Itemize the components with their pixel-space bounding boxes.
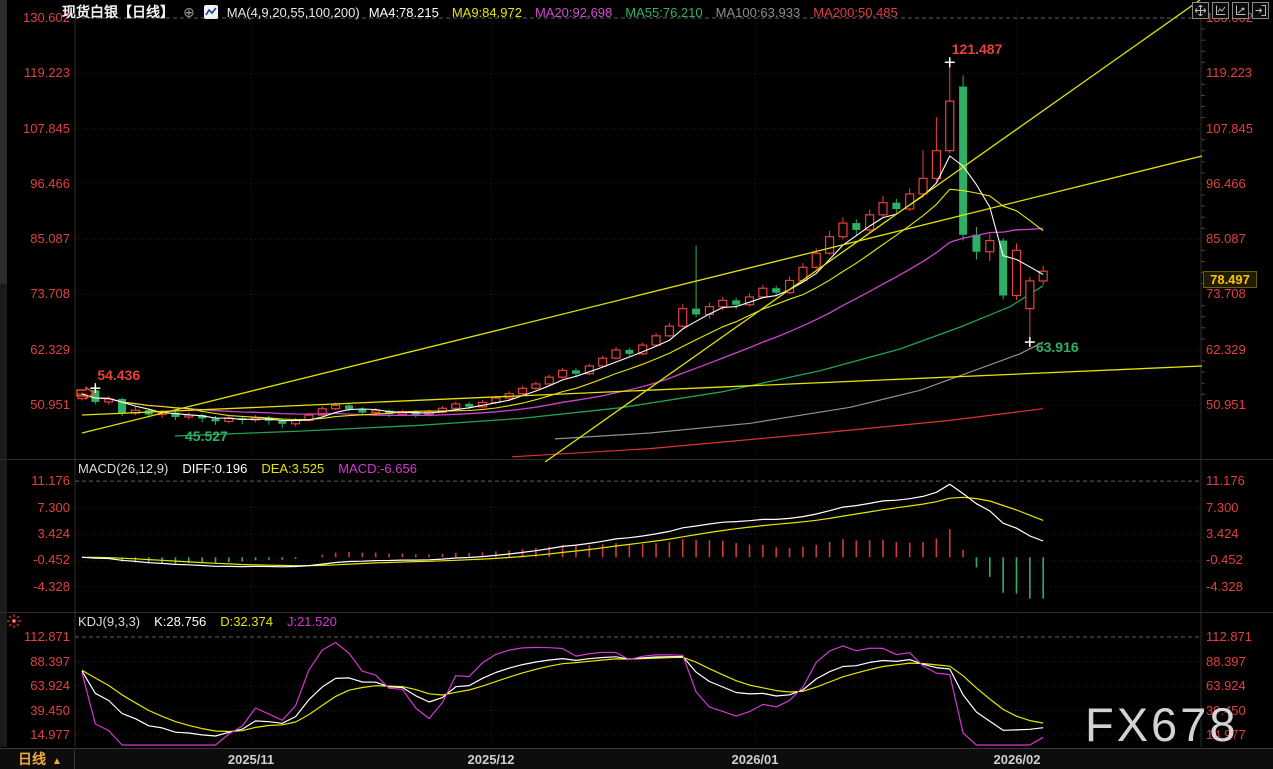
- ma-legend: MA4:78.215 MA9:84.972 MA20:92.698 MA55:76.2…: [369, 5, 898, 20]
- price-annotation: 54.436: [97, 367, 140, 383]
- chart-canvas[interactable]: [0, 0, 1273, 769]
- price-annotation: 45.527: [185, 428, 228, 444]
- ma-legend-item: MA20:92.698: [535, 5, 612, 20]
- price-annotation: 63.916: [1036, 339, 1079, 355]
- indicator-value: D:32.374: [220, 614, 273, 629]
- indicator-value: DEA:3.525: [261, 461, 324, 476]
- macd-indicator-header[interactable]: MACD(26,12,9) DIFF:0.196 DEA:3.525 MACD:-6.…: [78, 461, 417, 476]
- period-label: 日线: [18, 751, 46, 767]
- kdj-indicator-header[interactable]: KDJ(9,3,3) K:28.756 D:32.374 J:21.520: [78, 614, 337, 629]
- indicator-value: J:21.520: [287, 614, 337, 629]
- price-annotation: 121.487: [952, 41, 1003, 57]
- alert-starburst-icon[interactable]: [6, 613, 22, 629]
- indicator-value: MACD:-6.656: [338, 461, 417, 476]
- ma-legend-item: MA9:84.972: [452, 5, 522, 20]
- period-dropdown-arrow-icon: ▲: [52, 756, 62, 767]
- chart-toolbar: [1192, 2, 1269, 19]
- last-price-tag: 78.497: [1203, 271, 1257, 288]
- ma-legend-item: MA100:63.933: [716, 5, 801, 20]
- date-label: 2026/01: [715, 752, 795, 767]
- symbol-title: 现货白银【日线】: [62, 2, 174, 22]
- mini-chart-icon[interactable]: [204, 5, 218, 19]
- ma-settings-label: MA(4,9,20,55,100,200): [227, 5, 360, 20]
- indicator-name: MACD(26,12,9): [78, 461, 168, 476]
- indicator-value: K:28.756: [154, 614, 206, 629]
- ma-legend-item: MA4:78.215: [369, 5, 439, 20]
- chart-application: 现货白银【日线】 ⊕ MA(4,9,20,55,100,200) MA4:78.…: [0, 0, 1273, 769]
- pan-tool-icon[interactable]: [1192, 2, 1209, 19]
- scale-axis-left-icon[interactable]: [1212, 2, 1229, 19]
- main-chart-header: 现货白银【日线】 ⊕ MA(4,9,20,55,100,200) MA4:78.…: [62, 3, 898, 21]
- period-selector[interactable]: 日线 ▲: [0, 749, 75, 769]
- watermark: FX678: [1085, 697, 1238, 752]
- date-label: 2025/12: [451, 752, 531, 767]
- exit-fullscreen-icon[interactable]: [1252, 2, 1269, 19]
- date-label: 2025/11: [211, 752, 291, 767]
- draw-object-arrow-icon[interactable]: [76, 386, 96, 400]
- ma-legend-item: MA55:76.210: [625, 5, 702, 20]
- ma-legend-item: MA200:50.485: [813, 5, 898, 20]
- indicator-settings-icon[interactable]: ⊕: [183, 4, 195, 21]
- indicator-value: DIFF:0.196: [182, 461, 247, 476]
- time-axis-bar: 日线 ▲ 2025/11 2025/12 2026/01 2026/02: [0, 748, 1273, 769]
- scale-axis-right-icon[interactable]: [1232, 2, 1249, 19]
- date-label: 2026/02: [977, 752, 1057, 767]
- indicator-name: KDJ(9,3,3): [78, 614, 140, 629]
